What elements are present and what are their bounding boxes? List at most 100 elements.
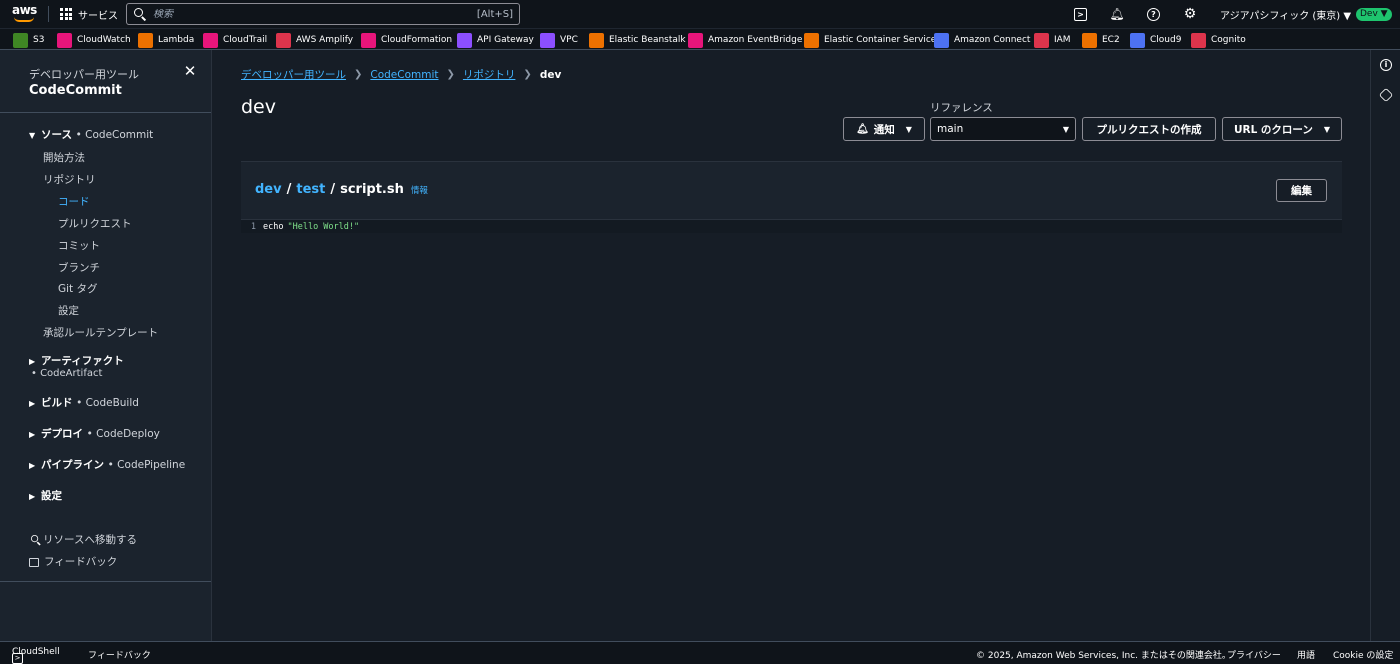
favorite-aws-amplify[interactable]: AWS Amplify [276,32,353,48]
sidebar-item-commits[interactable]: コミット [58,238,100,253]
info-icon[interactable]: i [1380,59,1392,71]
notifications-bell-icon[interactable]: 🔔︎ [1109,6,1125,22]
services-label: サービス [78,10,118,22]
close-icon[interactable]: ✕ [183,64,197,79]
sidebar-item-approval-templates[interactable]: 承認ルールテンプレート [43,325,158,340]
service-icon [1191,32,1206,48]
service-icon [57,32,72,48]
create-pull-request-button[interactable]: プルリクエストの作成 [1082,117,1216,141]
favorite-label: EC2 [1102,35,1120,45]
edit-button[interactable]: 編集 [1276,179,1327,202]
cloudshell-footer-button[interactable]: > CloudShell [12,647,60,664]
favorite-elastic-container-service[interactable]: Elastic Container Service [804,32,936,48]
chevron-right-icon: ▶ [29,399,36,408]
favorite-cloudformation[interactable]: CloudFormation [361,32,452,48]
nav-settings-label: 設定 [41,490,62,502]
sidebar-item-getting-started[interactable]: 開始方法 [43,150,85,165]
branch-select[interactable]: main ▼ [930,117,1076,141]
reference-label: リファレンス [930,102,993,114]
nav-section-source[interactable]: ▼ ソース • CodeCommit [29,127,153,142]
service-icon [688,32,703,48]
favorite-amazon-connect[interactable]: Amazon Connect [934,32,1030,48]
favorite-label: S3 [33,35,45,45]
copyright-text: © 2025, Amazon Web Services, Inc. またはその関… [976,651,1231,661]
terms-link[interactable]: 用語 [1297,648,1315,661]
service-icon [13,32,28,48]
go-to-resource-link[interactable]: リソースへ移動する [29,532,137,547]
favorite-cloudwatch[interactable]: CloudWatch [57,32,131,48]
sidebar-item-code[interactable]: コード [58,194,90,209]
account-badge[interactable]: Dev ▼ [1356,8,1392,21]
favorite-lambda[interactable]: Lambda [138,32,194,48]
footer-feedback-link[interactable]: フィードバック [88,648,151,661]
favorite-ec2[interactable]: EC2 [1082,32,1120,48]
notify-button[interactable]: 🔔︎ 通知 ▼ [843,117,925,141]
favorite-label: API Gateway [477,35,534,45]
footer: > CloudShell フィードバック © 2025, Amazon Web … [0,641,1400,664]
breadcrumb-current: dev [539,68,562,81]
service-icon [1082,32,1097,48]
region-selector[interactable]: アジアパシフィック (東京) ▼ [1220,7,1351,22]
favorite-amazon-eventbridge[interactable]: Amazon EventBridge [688,32,802,48]
privacy-link[interactable]: プライバシー [1227,648,1281,661]
file-path: dev / test / script.sh 情報 [255,182,428,197]
breadcrumb-repositories[interactable]: リポジトリ [463,67,516,82]
sidebar-item-repositories[interactable]: リポジトリ [43,172,96,187]
favorite-api-gateway[interactable]: API Gateway [457,32,534,48]
settings-gear-icon[interactable]: ⚙ [1182,6,1198,22]
nav-artifacts-service[interactable]: • CodeArtifact [31,368,102,379]
info-link[interactable]: 情報 [411,184,428,196]
favorite-elastic-beanstalk[interactable]: Elastic Beanstalk [589,32,686,48]
nav-build-service: • CodeBuild [76,397,139,409]
nav-section-settings[interactable]: ▶ 設定 [29,488,62,503]
file-path-repo-link[interactable]: dev [255,182,282,197]
favorite-s3[interactable]: S3 [13,32,44,48]
search-input[interactable] [153,8,477,20]
services-menu-button[interactable]: サービス [60,4,118,24]
right-tools-rail: i [1370,50,1400,641]
favorite-iam[interactable]: IAM [1034,32,1071,48]
nav-artifacts-label: アーティファクト [41,355,124,367]
nav-section-artifacts[interactable]: ▶ アーティファクト [29,353,124,368]
nav-section-build[interactable]: ▶ ビルド • CodeBuild [29,395,139,410]
sidebar-item-git-tags[interactable]: Git タグ [58,281,98,296]
nav-section-pipeline[interactable]: ▶ パイプライン • CodePipeline [29,457,185,472]
search-box[interactable]: [Alt+S] [126,3,520,25]
favorite-vpc[interactable]: VPC [540,32,578,48]
favorite-cloud9[interactable]: Cloud9 [1130,32,1181,48]
grid-icon [60,8,72,20]
cloudshell-icon[interactable]: > [1074,8,1087,21]
file-path-folder-link[interactable]: test [296,182,325,197]
cookie-settings-link[interactable]: Cookie の設定 [1333,648,1393,661]
feedback-link[interactable]: フィードバック [29,554,117,569]
sidebar-subtitle: デベロッパー用ツール [29,68,139,81]
help-icon[interactable]: ? [1147,8,1160,21]
favorite-label: VPC [560,35,578,45]
sidebar-item-settings[interactable]: 設定 [58,303,79,318]
breadcrumb-codecommit[interactable]: CodeCommit [370,69,438,81]
feedback-label: フィードバック [44,556,118,568]
service-icon [589,32,604,48]
favorite-cloudtrail[interactable]: CloudTrail [203,32,267,48]
tools-icon[interactable] [1378,87,1394,103]
clone-url-button[interactable]: URL のクローン ▼ [1222,117,1342,141]
clone-url-label: URL のクローン [1233,123,1313,136]
sidebar-item-branches[interactable]: ブランチ [58,260,100,275]
service-icon [457,32,472,48]
top-navigation-bar: aws サービス [Alt+S] > 🔔︎ ? ⚙ アジアパシフィック (東京)… [0,0,1400,28]
nav-section-deploy[interactable]: ▶ デプロイ • CodeDeploy [29,426,160,441]
service-icon [138,32,153,48]
nav-deploy-service: • CodeDeploy [86,428,160,440]
chevron-right-icon: ▶ [29,492,36,501]
file-panel: dev / test / script.sh 情報 編集 1 echo "Hel… [241,161,1342,233]
line-number: 1 [250,221,256,232]
sidebar-item-pull-requests[interactable]: プルリクエスト [58,216,132,231]
favorite-cognito[interactable]: Cognito [1191,32,1246,48]
favorite-label: Elastic Beanstalk [609,35,686,45]
branch-select-value: main [937,123,964,135]
notify-button-label: 通知 [873,123,895,136]
service-icon [540,32,555,48]
aws-logo[interactable]: aws [12,4,38,24]
breadcrumb-dev-tools[interactable]: デベロッパー用ツール [241,67,346,82]
favorite-label: Elastic Container Service [824,35,937,45]
